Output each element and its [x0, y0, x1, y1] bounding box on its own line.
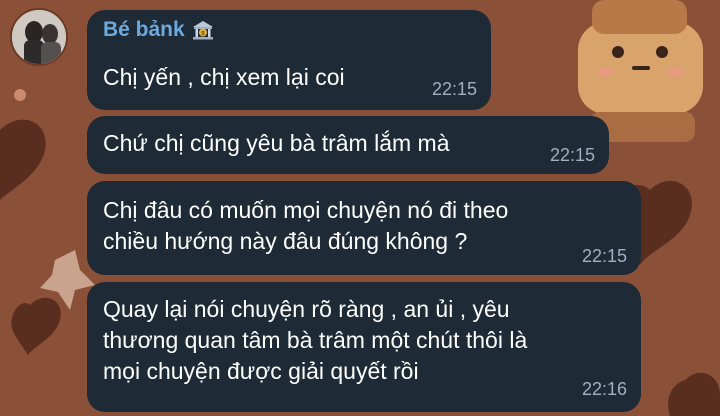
heart-shape: [0, 119, 46, 200]
message-time: 22:15: [581, 246, 627, 266]
sender-name[interactable]: Bé bảnk: [103, 18, 185, 42]
bank-icon: $: [191, 18, 215, 42]
blush-dot: [14, 89, 26, 101]
message-bubble[interactable]: Bé bảnk $ Chị yến , chị xem lại coi 22:1…: [87, 10, 491, 110]
sender-header[interactable]: Bé bảnk $: [103, 18, 215, 42]
heart-shape: [668, 372, 720, 416]
message-time: 22:16: [581, 379, 627, 399]
message-text: Chị đâu có muốn mọi chuyện nó đi theo ch…: [103, 197, 509, 254]
sender-avatar[interactable]: [10, 8, 68, 66]
message-text: Chứ chị cũng yêu bà trâm lắm mà: [103, 130, 450, 156]
message-time: 22:15: [431, 79, 477, 99]
svg-text:$: $: [201, 30, 205, 37]
message-bubble[interactable]: Chứ chị cũng yêu bà trâm lắm mà 22:15: [87, 116, 609, 174]
message-bubble[interactable]: Chị đâu có muốn mọi chuyện nó đi theo ch…: [87, 181, 641, 275]
message-text: Chị yến , chị xem lại coi: [103, 64, 345, 90]
message-bubble[interactable]: Quay lại nói chuyện rõ ràng , an ủi , yê…: [87, 282, 641, 412]
message-time: 22:15: [549, 145, 595, 165]
heart-shape: [11, 297, 61, 355]
message-text: Quay lại nói chuyện rõ ràng , an ủi , yê…: [103, 296, 528, 384]
